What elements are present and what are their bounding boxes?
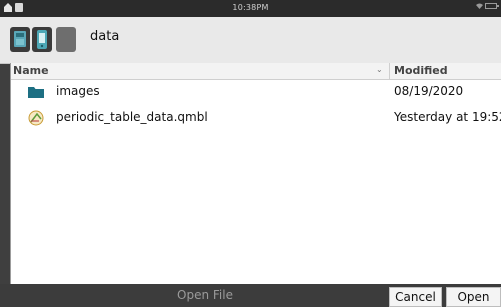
- sd-card-button[interactable]: [10, 27, 30, 52]
- device-icon: [37, 30, 47, 49]
- list-item[interactable]: periodic_table_data.qmbl Yesterday at 19…: [11, 107, 501, 129]
- qmbl-file-icon: [28, 110, 44, 126]
- column-name[interactable]: Name: [13, 64, 49, 77]
- open-button[interactable]: Open: [446, 287, 501, 307]
- column-header: Name ⌄ Modified: [11, 63, 501, 80]
- bottom-bar: Open File Cancel Open: [0, 284, 501, 307]
- file-name: images: [56, 84, 100, 98]
- column-divider[interactable]: [389, 63, 390, 79]
- device-button[interactable]: [32, 27, 52, 52]
- file-modified: Yesterday at 19:52: [394, 110, 501, 124]
- current-folder-label: data: [90, 29, 120, 44]
- file-list: Name ⌄ Modified images 08/19/2020 period…: [10, 63, 501, 284]
- blank-location-button[interactable]: [56, 27, 76, 52]
- folder-icon: [28, 87, 44, 98]
- status-time: 10:38PM: [232, 3, 269, 12]
- path-bar: data: [0, 17, 501, 64]
- dialog-title: Open File: [177, 288, 233, 302]
- list-item[interactable]: images 08/19/2020: [11, 81, 501, 103]
- wifi-icon: [475, 3, 483, 9]
- file-modified: 08/19/2020: [394, 84, 464, 98]
- file-name: periodic_table_data.qmbl: [56, 110, 208, 124]
- cancel-button[interactable]: Cancel: [389, 287, 442, 307]
- status-bar: 10:38PM: [0, 0, 501, 17]
- sort-chevron-icon[interactable]: ⌄: [376, 65, 383, 74]
- wifi-battery-icons: [475, 3, 499, 11]
- battery-icon: [485, 3, 499, 9]
- sd-card-icon: [14, 31, 26, 47]
- column-modified[interactable]: Modified: [394, 64, 448, 77]
